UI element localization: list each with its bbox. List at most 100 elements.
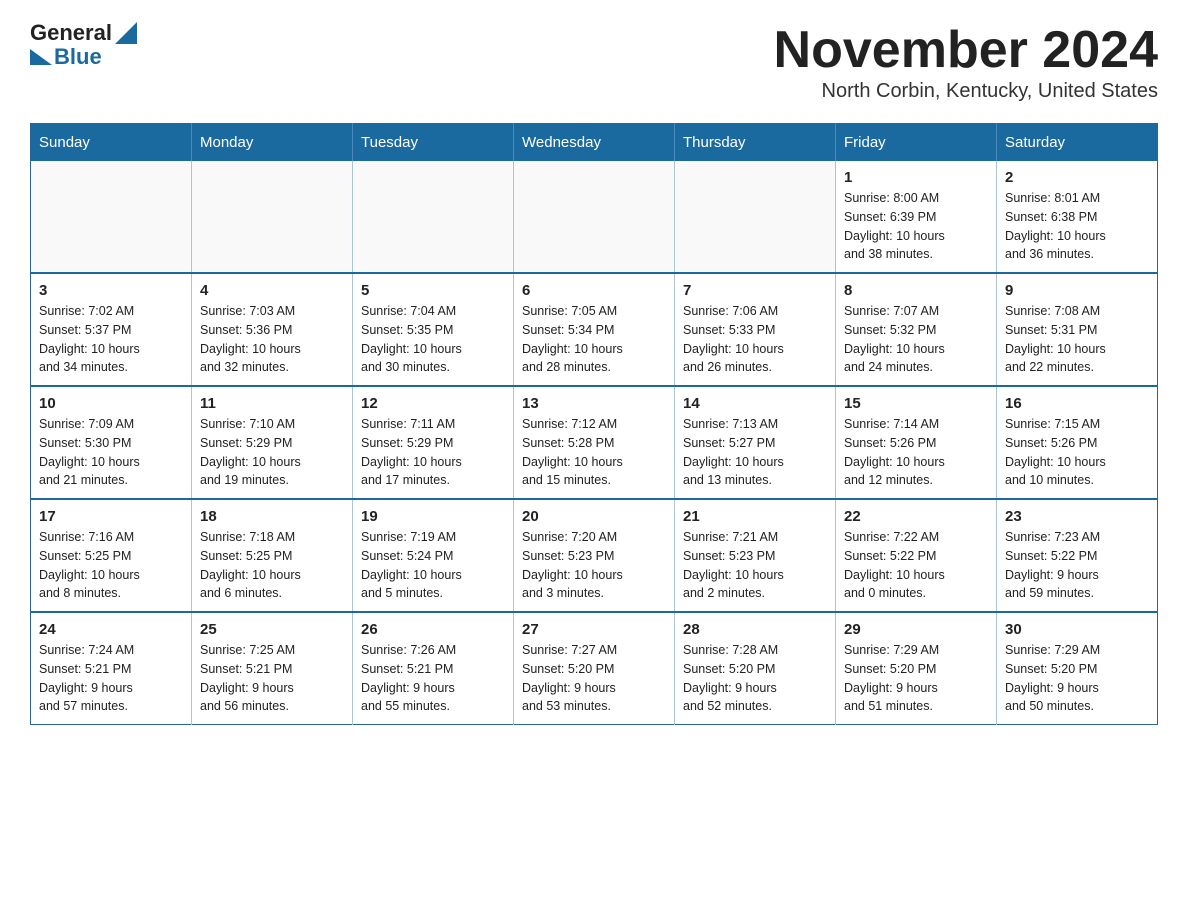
day-info: Sunrise: 7:15 AMSunset: 5:26 PMDaylight:… xyxy=(1005,417,1106,487)
table-row xyxy=(514,161,675,273)
calendar-table: Sunday Monday Tuesday Wednesday Thursday… xyxy=(30,123,1158,725)
table-row: 27 Sunrise: 7:27 AMSunset: 5:20 PMDayligh… xyxy=(514,612,675,725)
day-info: Sunrise: 7:10 AMSunset: 5:29 PMDaylight:… xyxy=(200,417,301,487)
day-number: 24 xyxy=(39,621,183,638)
table-row: 6 Sunrise: 7:05 AMSunset: 5:34 PMDaylight… xyxy=(514,273,675,386)
table-row: 13 Sunrise: 7:12 AMSunset: 5:28 PMDayligh… xyxy=(514,386,675,499)
table-row: 2 Sunrise: 8:01 AMSunset: 6:38 PMDaylight… xyxy=(997,161,1158,273)
day-number: 18 xyxy=(200,508,344,525)
calendar-week-row: 24 Sunrise: 7:24 AMSunset: 5:21 PMDayligh… xyxy=(31,612,1158,725)
calendar-week-row: 3 Sunrise: 7:02 AMSunset: 5:37 PMDaylight… xyxy=(31,273,1158,386)
calendar-title: November 2024 xyxy=(774,20,1158,80)
table-row: 26 Sunrise: 7:26 AMSunset: 5:21 PMDayligh… xyxy=(353,612,514,725)
day-info: Sunrise: 7:14 AMSunset: 5:26 PMDaylight:… xyxy=(844,417,945,487)
day-number: 27 xyxy=(522,621,666,638)
day-number: 1 xyxy=(844,169,988,186)
table-row: 19 Sunrise: 7:19 AMSunset: 5:24 PMDayligh… xyxy=(353,499,514,612)
table-row: 28 Sunrise: 7:28 AMSunset: 5:20 PMDayligh… xyxy=(675,612,836,725)
logo: General Blue xyxy=(30,20,137,70)
day-number: 10 xyxy=(39,395,183,412)
table-row: 15 Sunrise: 7:14 AMSunset: 5:26 PMDayligh… xyxy=(836,386,997,499)
day-number: 17 xyxy=(39,508,183,525)
day-info: Sunrise: 7:25 AMSunset: 5:21 PMDaylight:… xyxy=(200,643,295,713)
day-number: 2 xyxy=(1005,169,1149,186)
table-row: 18 Sunrise: 7:18 AMSunset: 5:25 PMDayligh… xyxy=(192,499,353,612)
table-row: 29 Sunrise: 7:29 AMSunset: 5:20 PMDayligh… xyxy=(836,612,997,725)
day-info: Sunrise: 7:19 AMSunset: 5:24 PMDaylight:… xyxy=(361,530,462,600)
table-row: 5 Sunrise: 7:04 AMSunset: 5:35 PMDaylight… xyxy=(353,273,514,386)
day-number: 15 xyxy=(844,395,988,412)
table-row xyxy=(675,161,836,273)
day-info: Sunrise: 7:27 AMSunset: 5:20 PMDaylight:… xyxy=(522,643,617,713)
table-row: 8 Sunrise: 7:07 AMSunset: 5:32 PMDaylight… xyxy=(836,273,997,386)
day-info: Sunrise: 7:13 AMSunset: 5:27 PMDaylight:… xyxy=(683,417,784,487)
day-info: Sunrise: 7:02 AMSunset: 5:37 PMDaylight:… xyxy=(39,304,140,374)
day-number: 23 xyxy=(1005,508,1149,525)
table-row: 9 Sunrise: 7:08 AMSunset: 5:31 PMDaylight… xyxy=(997,273,1158,386)
day-number: 8 xyxy=(844,282,988,299)
day-number: 28 xyxy=(683,621,827,638)
table-row xyxy=(192,161,353,273)
calendar-week-row: 17Sunrise: 7:16 AMSunset: 5:25 PMDayligh… xyxy=(31,499,1158,612)
day-number: 20 xyxy=(522,508,666,525)
day-info: Sunrise: 7:09 AMSunset: 5:30 PMDaylight:… xyxy=(39,417,140,487)
table-row xyxy=(31,161,192,273)
table-row: 20 Sunrise: 7:20 AMSunset: 5:23 PMDayligh… xyxy=(514,499,675,612)
day-info: Sunrise: 8:01 AMSunset: 6:38 PMDaylight:… xyxy=(1005,191,1106,261)
day-info: Sunrise: 7:26 AMSunset: 5:21 PMDaylight:… xyxy=(361,643,456,713)
day-info: Sunrise: 7:08 AMSunset: 5:31 PMDaylight:… xyxy=(1005,304,1106,374)
table-row: 24 Sunrise: 7:24 AMSunset: 5:21 PMDayligh… xyxy=(31,612,192,725)
day-number: 26 xyxy=(361,621,505,638)
header-thursday: Thursday xyxy=(675,124,836,162)
day-info: Sunrise: 7:06 AMSunset: 5:33 PMDaylight:… xyxy=(683,304,784,374)
day-number: 13 xyxy=(522,395,666,412)
day-number: 7 xyxy=(683,282,827,299)
calendar-subtitle: North Corbin, Kentucky, United States xyxy=(774,80,1158,103)
day-info: Sunrise: 7:18 AMSunset: 5:25 PMDaylight:… xyxy=(200,530,301,600)
day-info: Sunrise: 7:23 AMSunset: 5:22 PMDaylight:… xyxy=(1005,530,1100,600)
day-info: Sunrise: 7:04 AMSunset: 5:35 PMDaylight:… xyxy=(361,304,462,374)
table-row: 3 Sunrise: 7:02 AMSunset: 5:37 PMDaylight… xyxy=(31,273,192,386)
day-number: 21 xyxy=(683,508,827,525)
day-number: 19 xyxy=(361,508,505,525)
day-info: Sunrise: 7:21 AMSunset: 5:23 PMDaylight:… xyxy=(683,530,784,600)
day-info: Sunrise: 7:29 AMSunset: 5:20 PMDaylight:… xyxy=(1005,643,1100,713)
day-info: Sunrise: 7:28 AMSunset: 5:20 PMDaylight:… xyxy=(683,643,778,713)
day-info: Sunrise: 7:11 AMSunset: 5:29 PMDaylight:… xyxy=(361,417,462,487)
header-sunday: Sunday xyxy=(31,124,192,162)
day-info: Sunrise: 7:22 AMSunset: 5:22 PMDaylight:… xyxy=(844,530,945,600)
day-number: 3 xyxy=(39,282,183,299)
day-number: 11 xyxy=(200,395,344,412)
table-row: 4Sunrise: 7:03 AMSunset: 5:36 PMDaylight… xyxy=(192,273,353,386)
table-row: 21 Sunrise: 7:21 AMSunset: 5:23 PMDayligh… xyxy=(675,499,836,612)
table-row: 16Sunrise: 7:15 AMSunset: 5:26 PMDayligh… xyxy=(997,386,1158,499)
day-number: 30 xyxy=(1005,621,1149,638)
header-monday: Monday xyxy=(192,124,353,162)
day-info: Sunrise: 7:07 AMSunset: 5:32 PMDaylight:… xyxy=(844,304,945,374)
table-row: 17Sunrise: 7:16 AMSunset: 5:25 PMDayligh… xyxy=(31,499,192,612)
header-saturday: Saturday xyxy=(997,124,1158,162)
day-info: Sunrise: 7:20 AMSunset: 5:23 PMDaylight:… xyxy=(522,530,623,600)
day-info: Sunrise: 7:29 AMSunset: 5:20 PMDaylight:… xyxy=(844,643,939,713)
table-row xyxy=(353,161,514,273)
calendar-week-row: 10 Sunrise: 7:09 AMSunset: 5:30 PMDayligh… xyxy=(31,386,1158,499)
day-number: 25 xyxy=(200,621,344,638)
day-number: 9 xyxy=(1005,282,1149,299)
day-number: 5 xyxy=(361,282,505,299)
day-info: Sunrise: 7:24 AMSunset: 5:21 PMDaylight:… xyxy=(39,643,134,713)
table-row: 23 Sunrise: 7:23 AMSunset: 5:22 PMDayligh… xyxy=(997,499,1158,612)
header-wednesday: Wednesday xyxy=(514,124,675,162)
calendar-header-row: Sunday Monday Tuesday Wednesday Thursday… xyxy=(31,124,1158,162)
table-row: 22 Sunrise: 7:22 AMSunset: 5:22 PMDayligh… xyxy=(836,499,997,612)
table-row: 11 Sunrise: 7:10 AMSunset: 5:29 PMDayligh… xyxy=(192,386,353,499)
day-number: 22 xyxy=(844,508,988,525)
page-header: General Blue November 2024 North Corbin,… xyxy=(30,20,1158,103)
day-number: 12 xyxy=(361,395,505,412)
day-info: Sunrise: 7:12 AMSunset: 5:28 PMDaylight:… xyxy=(522,417,623,487)
table-row: 7 Sunrise: 7:06 AMSunset: 5:33 PMDaylight… xyxy=(675,273,836,386)
day-number: 6 xyxy=(522,282,666,299)
table-row: 14Sunrise: 7:13 AMSunset: 5:27 PMDayligh… xyxy=(675,386,836,499)
day-number: 29 xyxy=(844,621,988,638)
day-info: Sunrise: 8:00 AMSunset: 6:39 PMDaylight:… xyxy=(844,191,945,261)
day-info: Sunrise: 7:05 AMSunset: 5:34 PMDaylight:… xyxy=(522,304,623,374)
